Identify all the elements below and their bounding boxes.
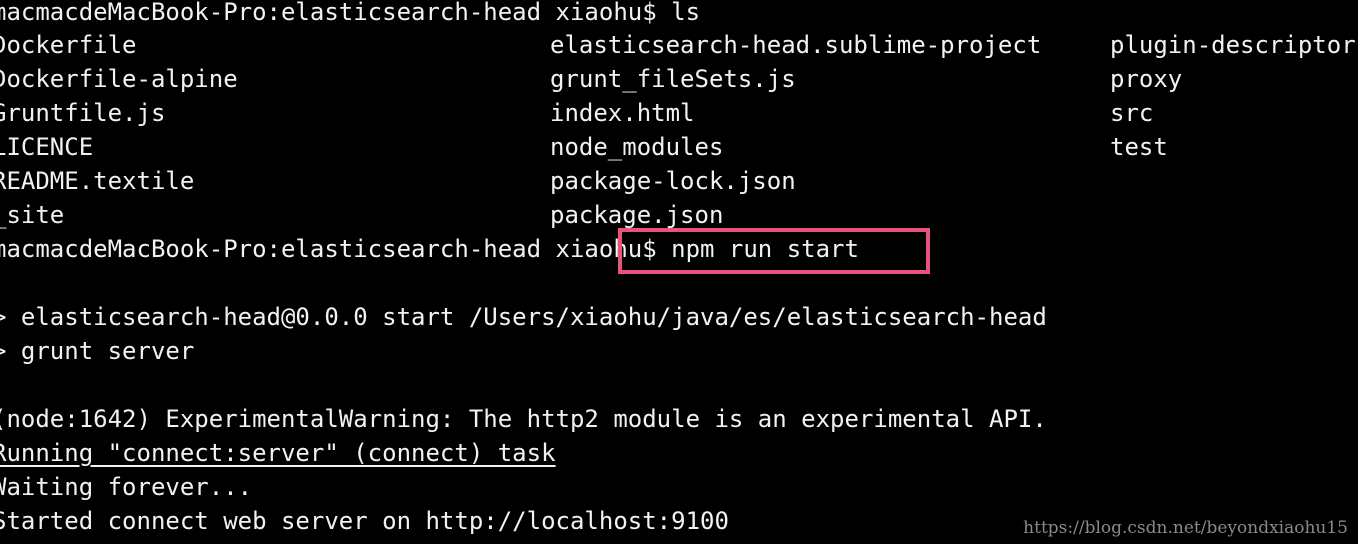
ls-entry: LICENCE [0, 133, 94, 161]
npm-script-line: > elasticsearch-head@0.0.0 start /Users/… [0, 303, 1047, 331]
ls-entry: package-lock.json [550, 167, 796, 195]
ls-entry: README.textile [0, 167, 195, 195]
ls-entry: proxy [1110, 65, 1183, 93]
grunt-task-line: Running "connect:server" (connect) task [0, 439, 556, 467]
ls-entry: package.json [550, 201, 724, 229]
ls-entry: grunt_fileSets.js [550, 65, 796, 93]
prompt-ls-line: macmacdeMacBook-Pro:elasticsearch-head x… [0, 0, 701, 26]
watermark: https://blog.csdn.net/beyondxiaohu15 [1023, 518, 1348, 538]
waiting-line: Waiting forever... [0, 473, 253, 501]
ls-entry: Dockerfile [0, 31, 137, 59]
ls-entry: elasticsearch-head.sublime-project [550, 31, 1042, 59]
ls-entry: test [1110, 133, 1168, 161]
node-warning-line: (node:1642) ExperimentalWarning: The htt… [0, 405, 1047, 433]
ls-entry: _site [0, 201, 65, 229]
ls-entry: index.html [550, 99, 695, 127]
ls-entry: Dockerfile-alpine [0, 65, 238, 93]
command-highlight-box [618, 228, 930, 274]
ls-entry: src [1110, 99, 1154, 127]
npm-script-line: > grunt server [0, 337, 195, 365]
ls-entry: node_modules [550, 133, 724, 161]
terminal-window[interactable]: macmacdeMacBook-Pro:elasticsearch-head x… [0, 0, 1358, 544]
server-started-line: Started connect web server on http://loc… [0, 507, 729, 535]
ls-entry: Gruntfile.js [0, 99, 166, 127]
ls-entry: plugin-descriptor. [1110, 31, 1358, 59]
